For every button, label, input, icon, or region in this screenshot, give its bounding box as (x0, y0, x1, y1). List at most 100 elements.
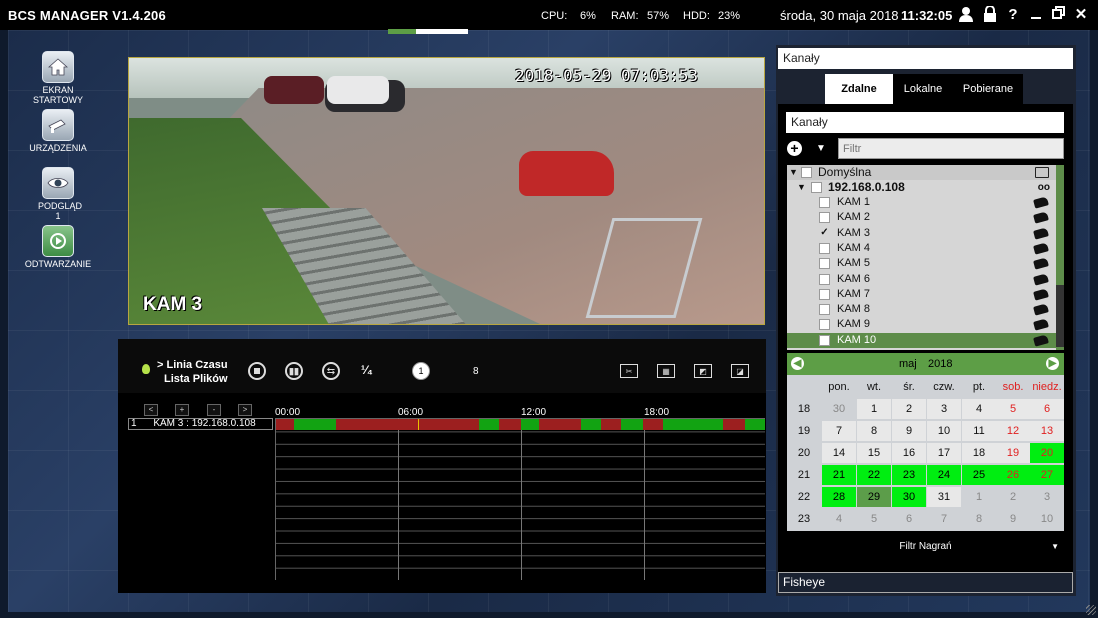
calendar-day[interactable]: 11 (962, 421, 996, 441)
expand-icon[interactable]: ▼ (797, 180, 806, 195)
tree-camera-item[interactable]: KAM 4 (787, 241, 1056, 256)
timeline-row-label[interactable]: 1 KAM 3 : 192.168.0.108 (128, 418, 273, 430)
calendar-month[interactable]: maj (899, 358, 917, 370)
calendar-day[interactable]: 2 (996, 487, 1030, 507)
calendar-day[interactable]: 29 (857, 487, 891, 507)
tab-remote[interactable]: Zdalne (825, 74, 893, 104)
resize-grip-icon[interactable] (1086, 605, 1096, 615)
tree-camera-item[interactable]: KAM 2 (787, 210, 1056, 225)
chevron-down-icon[interactable]: ▼ (816, 143, 826, 154)
minimize-icon[interactable] (1028, 6, 1044, 24)
channels-field[interactable]: Kanały (786, 112, 1064, 133)
tree-scroll-thumb[interactable] (1056, 285, 1064, 347)
calendar-day[interactable]: 20 (1030, 443, 1064, 463)
calendar-day[interactable]: 12 (996, 421, 1030, 441)
calendar-day[interactable]: 31 (927, 487, 961, 507)
calendar-day[interactable]: 24 (927, 465, 961, 485)
tree-camera-item[interactable]: KAM 7 (787, 287, 1056, 302)
tree-camera-item[interactable]: KAM 9 (787, 317, 1056, 332)
camera-checkbox[interactable] (819, 212, 830, 224)
user-icon[interactable] (958, 6, 974, 24)
recording-bar[interactable] (276, 419, 765, 430)
tree-group[interactable]: ▼ Domyślna (787, 165, 1056, 180)
tree-device[interactable]: ▼ 192.168.0.108 oo (787, 180, 1056, 195)
restore-icon[interactable] (1050, 6, 1066, 24)
calendar-day[interactable]: 30 (892, 487, 926, 507)
calendar-day[interactable]: 10 (1030, 509, 1064, 529)
camera-checkbox[interactable] (819, 273, 830, 285)
calendar-day[interactable]: 2 (892, 399, 926, 419)
calendar-day[interactable]: 16 (892, 443, 926, 463)
calendar-day[interactable]: 10 (927, 421, 961, 441)
calendar-day[interactable]: 17 (927, 443, 961, 463)
calendar-day[interactable]: 22 (857, 465, 891, 485)
calendar-day[interactable]: 9 (892, 421, 926, 441)
tree-camera-item[interactable]: KAM 8 (787, 302, 1056, 317)
timeline-prev-button[interactable]: < (144, 404, 158, 416)
nav-home[interactable]: EKRAN STARTOWY (20, 51, 96, 105)
calendar-day[interactable]: 5 (857, 509, 891, 529)
calendar-day[interactable]: 19 (996, 443, 1030, 463)
calendar-day[interactable]: 30 (822, 399, 856, 419)
video-viewport[interactable]: 2018-05-29 07:03:53 KAM 3 (128, 57, 765, 325)
calendar-day[interactable]: 1 (962, 487, 996, 507)
calendar-day[interactable]: 25 (962, 465, 996, 485)
calendar-day[interactable]: 26 (996, 465, 1030, 485)
camera-checkbox[interactable] (819, 258, 830, 270)
calendar-day[interactable]: 13 (1030, 421, 1064, 441)
nav-playback[interactable]: ODTWARZANIE (20, 225, 96, 269)
tab-local[interactable]: Lokalne (893, 74, 953, 104)
cut-button[interactable]: ✂ (620, 364, 638, 378)
calendar-day[interactable]: 9 (996, 509, 1030, 529)
help-icon[interactable]: ? (1005, 6, 1021, 24)
stop-button[interactable] (248, 362, 266, 380)
timeline-grid[interactable] (275, 418, 765, 580)
fullscreen-button[interactable]: ◪ (731, 364, 749, 378)
calendar-day[interactable]: 1 (857, 399, 891, 419)
calendar-day[interactable]: 3 (1030, 487, 1064, 507)
calendar-day[interactable]: 4 (962, 399, 996, 419)
calendar-day[interactable]: 5 (996, 399, 1030, 419)
camera-checkbox[interactable] (819, 197, 830, 208)
next-month-icon[interactable]: ▶ (1046, 357, 1059, 370)
mode-timeline[interactable]: > Linia Czasu (157, 359, 228, 371)
camera-checkbox[interactable] (819, 288, 830, 300)
pause-button[interactable]: ▮▮ (285, 362, 303, 380)
tree-camera-item[interactable]: KAM 10 (787, 332, 1056, 348)
speed-slider-knob[interactable]: 1 (412, 362, 430, 380)
camera-checkbox[interactable]: ✓ (819, 227, 830, 239)
calendar-day[interactable]: 8 (857, 421, 891, 441)
calendar-day[interactable]: 23 (892, 465, 926, 485)
tree-camera-item[interactable]: ✓ KAM 3 (787, 226, 1056, 241)
grid-view-button[interactable]: ▦ (657, 364, 675, 378)
calendar-day[interactable]: 15 (857, 443, 891, 463)
snapshot-button[interactable]: ◩ (694, 364, 712, 378)
fisheye-panel[interactable]: Fisheye (778, 572, 1073, 593)
calendar-day[interactable]: 4 (822, 509, 856, 529)
filter-input[interactable] (838, 138, 1064, 159)
add-icon[interactable]: + (787, 141, 802, 156)
calendar-day[interactable]: 14 (822, 443, 856, 463)
prev-month-icon[interactable]: ◀ (791, 357, 804, 370)
lock-icon[interactable] (982, 5, 998, 24)
calendar-day[interactable]: 7 (822, 421, 856, 441)
camera-checkbox[interactable] (819, 334, 830, 346)
record-filter-dropdown[interactable]: Filtr Nagrań ▼ (787, 537, 1064, 557)
tree-camera-item[interactable]: KAM 5 (787, 256, 1056, 271)
nav-devices[interactable]: URZĄDZENIA (20, 109, 96, 153)
close-icon[interactable]: ✕ (1073, 6, 1089, 24)
calendar-day[interactable]: 8 (962, 509, 996, 529)
camera-checkbox[interactable] (819, 319, 830, 331)
calendar-day[interactable]: 21 (822, 465, 856, 485)
calendar-day[interactable]: 28 (822, 487, 856, 507)
timeline-next-button[interactable]: > (238, 404, 252, 416)
tab-downloads[interactable]: Pobierane (953, 74, 1023, 104)
calendar-day[interactable]: 27 (1030, 465, 1064, 485)
calendar-year[interactable]: 2018 (928, 358, 952, 370)
nav-live-view[interactable]: PODGLĄD 1 (20, 167, 96, 221)
calendar-day[interactable]: 3 (927, 399, 961, 419)
sync-button[interactable]: ⇆ (322, 362, 340, 380)
tree-camera-item[interactable]: KAM 6 (787, 272, 1056, 287)
tree-camera-item[interactable]: KAM 1 (787, 195, 1056, 210)
calendar-day[interactable]: 7 (927, 509, 961, 529)
